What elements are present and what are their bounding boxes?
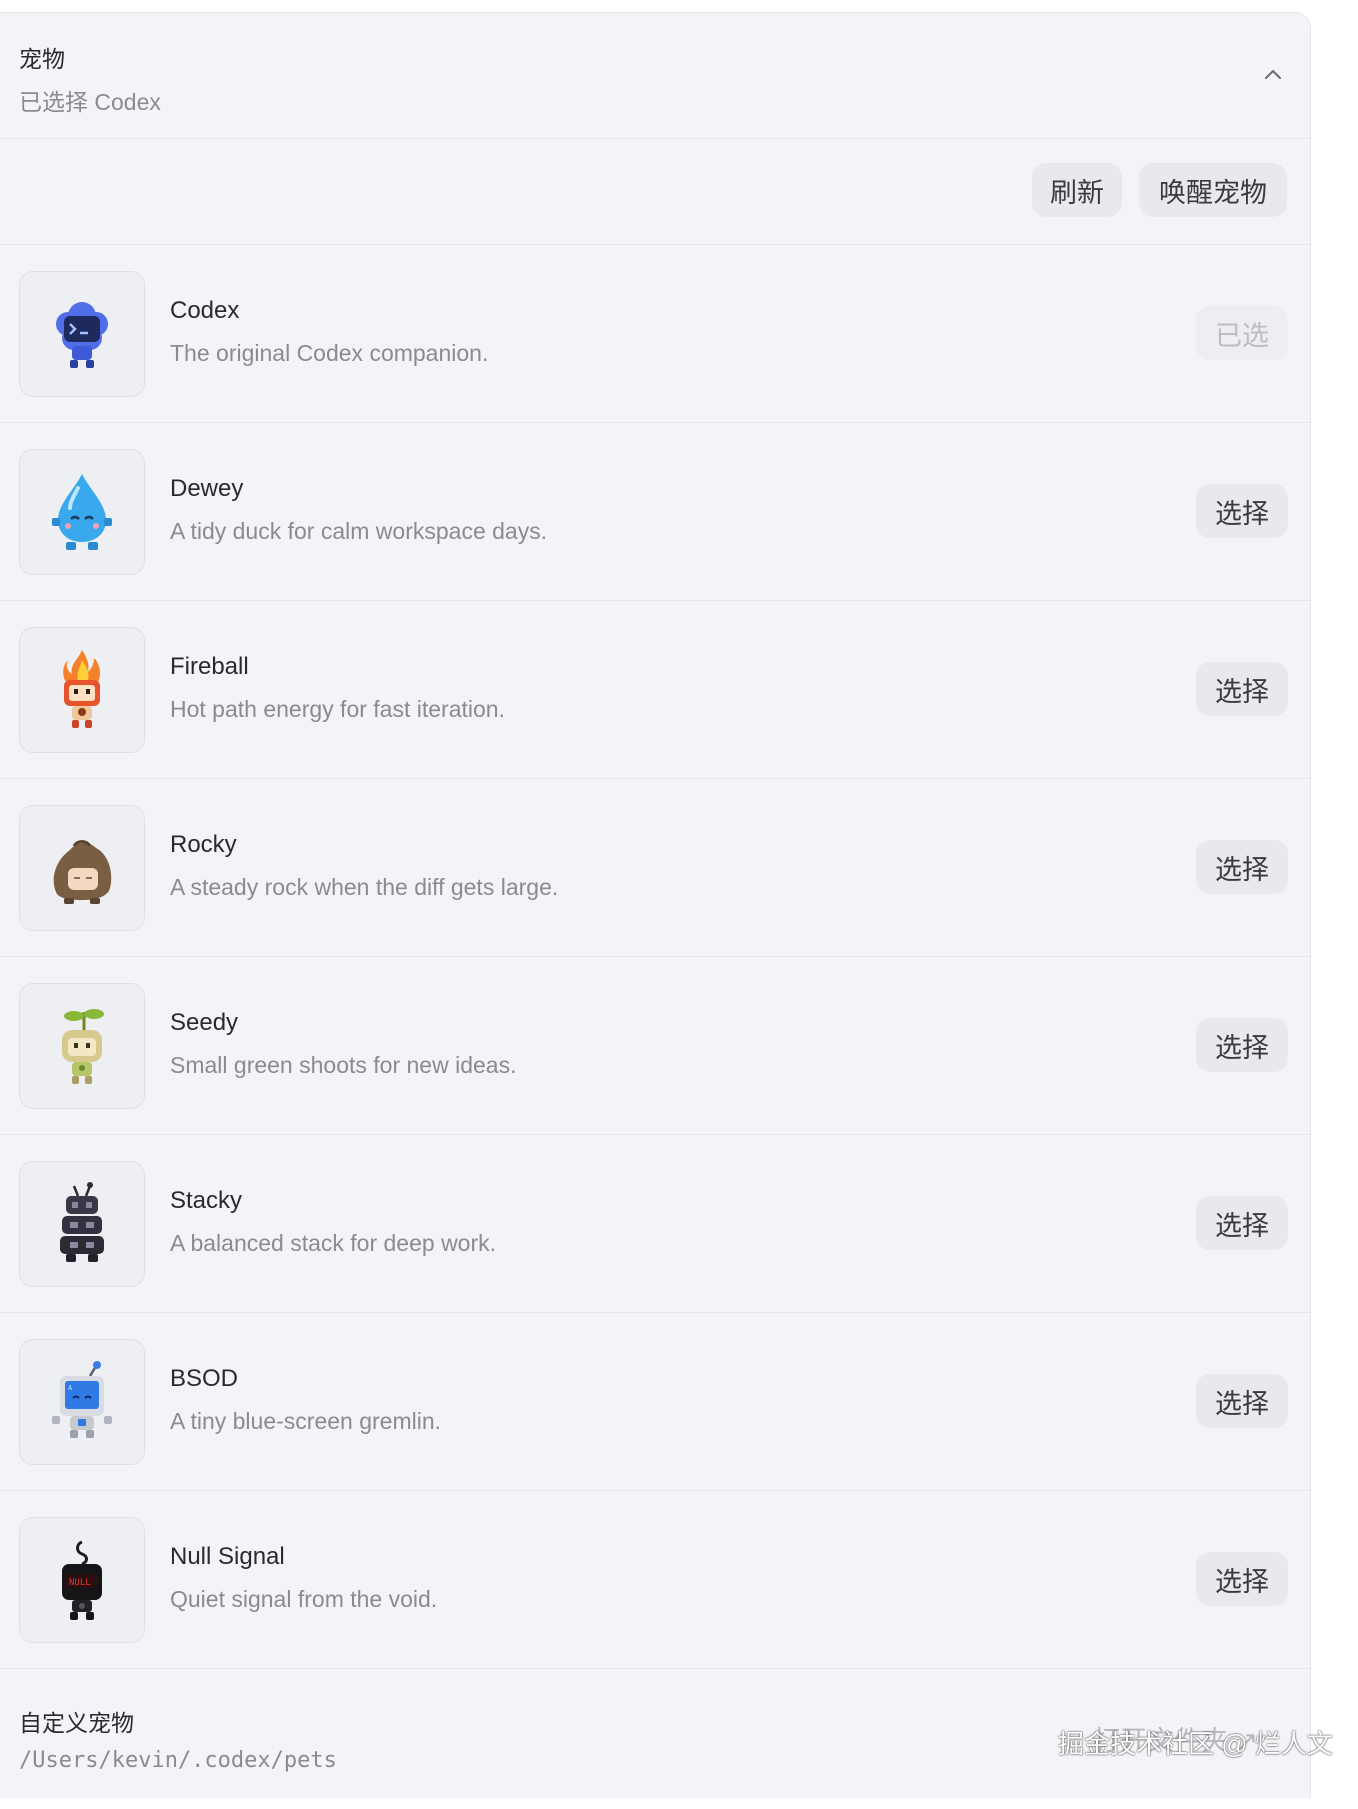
pets-panel: 宠物 已选择 Codex 刷新 唤醒宠物 Codex The original … (0, 12, 1311, 1798)
pet-description: A steady rock when the diff gets large. (170, 874, 559, 900)
wake-pet-button[interactable]: 唤醒宠物 (1139, 163, 1287, 217)
pet-row-dewey: Dewey A tidy duck for calm workspace day… (0, 423, 1310, 601)
pet-description: Small green shoots for new ideas. (170, 1052, 517, 1078)
selected-button[interactable]: 已选 (1196, 306, 1288, 360)
pets-toolbar: 刷新 唤醒宠物 (0, 139, 1310, 245)
pet-avatar (19, 449, 145, 575)
custom-pets-title: 自定义宠物 (19, 1710, 134, 1736)
bsod-pet-icon: A (52, 1361, 112, 1438)
pet-avatar (19, 983, 145, 1109)
pet-row-bsod: A BSOD A tiny blue-screen gremlin. 选择 (0, 1313, 1310, 1491)
select-button[interactable]: 选择 (1196, 1196, 1288, 1250)
codex-pet-icon (56, 302, 108, 368)
pet-row-seedy: Seedy Small green shoots for new ideas. … (0, 957, 1310, 1135)
pet-row-stacky: Stacky A balanced stack for deep work. 选… (0, 1135, 1310, 1313)
pet-description: A balanced stack for deep work. (170, 1230, 497, 1256)
pet-description: A tiny blue-screen gremlin. (170, 1408, 442, 1434)
select-button[interactable]: 选择 (1196, 662, 1288, 716)
pet-row-fireball: Fireball Hot path energy for fast iterat… (0, 601, 1310, 779)
pet-name: Stacky (170, 1187, 243, 1214)
select-button[interactable]: 选择 (1196, 1374, 1288, 1428)
fireball-pet-icon (63, 650, 101, 728)
select-button[interactable]: 选择 (1196, 1552, 1288, 1606)
seedy-pet-icon (62, 1009, 104, 1084)
section-title: 宠物 (19, 46, 65, 72)
pet-name: Rocky (170, 831, 237, 858)
refresh-button[interactable]: 刷新 (1032, 163, 1122, 217)
custom-pets-path: /Users/kevin/.codex/pets (19, 1748, 337, 1773)
pet-row-null-signal: NULL Null Signal Quiet signal from the v… (0, 1491, 1310, 1669)
pet-row-codex: Codex The original Codex companion. 已选 (0, 245, 1310, 423)
watermark: 掘金技术社区 @ 烂人文 (1058, 1729, 1333, 1759)
pet-name: Codex (170, 297, 240, 324)
null-screen-text: NULL (69, 1578, 91, 1588)
pet-row-rocky: Rocky A steady rock when the diff gets l… (0, 779, 1310, 957)
stacky-pet-icon (60, 1182, 104, 1262)
pet-name: BSOD (170, 1365, 239, 1392)
chevron-up-icon[interactable] (1262, 63, 1284, 85)
selected-pet-summary: 已选择 Codex (19, 89, 161, 115)
pet-avatar: A (19, 1339, 145, 1465)
pet-avatar: NULL (19, 1517, 145, 1643)
pet-description: Quiet signal from the void. (170, 1586, 438, 1612)
select-button[interactable]: 选择 (1196, 484, 1288, 538)
pet-name: Dewey (170, 475, 244, 502)
pet-description: The original Codex companion. (170, 340, 489, 366)
pet-avatar (19, 1161, 145, 1287)
dewey-pet-icon (52, 474, 112, 550)
select-button[interactable]: 选择 (1196, 840, 1288, 894)
pet-name: Null Signal (170, 1543, 285, 1570)
pet-name: Seedy (170, 1009, 239, 1036)
rocky-pet-icon (53, 840, 112, 904)
pet-description: Hot path energy for fast iteration. (170, 696, 505, 722)
pet-avatar (19, 271, 145, 397)
pet-avatar (19, 627, 145, 753)
pets-section-header[interactable]: 宠物 已选择 Codex (0, 13, 1310, 139)
pet-avatar (19, 805, 145, 931)
null-signal-pet-icon: NULL (62, 1540, 102, 1620)
select-button[interactable]: 选择 (1196, 1018, 1288, 1072)
pet-description: A tidy duck for calm workspace days. (170, 518, 548, 544)
pet-name: Fireball (170, 653, 249, 680)
